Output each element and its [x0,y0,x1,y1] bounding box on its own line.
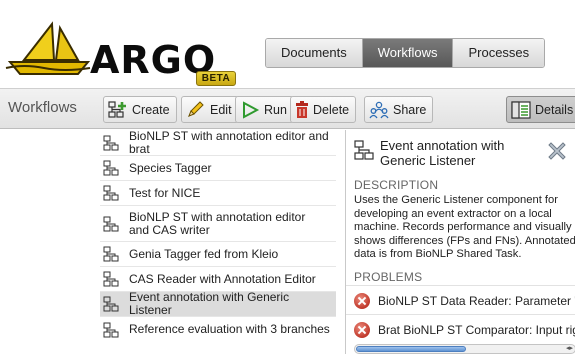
main-nav: Documents Workflows Processes [265,38,546,68]
list-item-label: Test for NICE [129,185,201,200]
workflow-list: BioNLP ST with annotation editor and bra… [100,128,336,342]
workflow-icon [103,296,123,312]
list-item-label: CAS Reader with Annotation Editor [129,271,316,286]
argo-logo[interactable]: ARGO BETA [4,12,244,86]
edit-button-label: Edit [210,102,232,117]
toolbar: Workflows Create Edit Run Delete Share D… [0,88,575,129]
workflow-icon [103,160,123,176]
horizontal-scrollbar[interactable]: ◂▸ [354,344,575,354]
tab-documents[interactable]: Documents [266,39,362,67]
pencil-icon [186,100,206,119]
workflow-icon [103,246,123,262]
list-item-label: BioNLP ST with annotation editor and CAS… [129,209,306,237]
problem-text: BioNLP ST Data Reader: Parameter "fol [378,294,575,308]
details-title: Event annotation with Generic Listener [380,138,505,168]
share-button[interactable]: Share [364,96,434,123]
problem-item[interactable]: Brat BioNLP ST Comparator: Input right [346,314,575,345]
details-button[interactable]: Details [506,96,575,123]
users-share-icon [369,101,389,119]
app-header: ARGO BETA Documents Workflows Processes [0,0,575,88]
error-icon [354,322,370,338]
share-button-label: Share [393,102,427,117]
list-item-label: BioNLP ST with annotation editor and bra… [129,128,329,156]
delete-button-label: Delete [313,102,350,117]
list-item-label: Reference evaluation with 3 branches [129,322,330,336]
list-item[interactable]: Test for NICE [100,181,336,206]
workflow-icon [103,185,123,201]
problem-text: Brat BioNLP ST Comparator: Input right [378,323,575,337]
description-text: Uses the Generic Listener component for … [354,194,575,260]
list-item-label: Event annotation with Generic Listener [129,290,290,317]
trash-icon [295,100,309,119]
list-item[interactable]: Reference evaluation with 3 branches [100,317,336,342]
create-button[interactable]: Create [103,96,177,123]
play-icon [240,100,260,119]
list-item[interactable]: BioNLP ST with annotation editor and CAS… [100,206,336,242]
argo-ship-icon [5,21,91,75]
details-button-label: Details [535,102,574,117]
scroll-arrows-icon[interactable]: ◂▸ [566,345,573,353]
workflow-icon [103,322,123,338]
list-item-selected[interactable]: Event annotation with Generic Listener [100,290,336,317]
workflow-icon [103,135,123,151]
list-item[interactable]: BioNLP ST with annotation editor and bra… [100,128,336,156]
list-item[interactable]: Genia Tagger fed from Kleio [100,242,336,267]
details-panel: Event annotation with Generic Listener D… [345,130,575,354]
error-icon [354,293,370,309]
create-button-label: Create [132,102,170,117]
workflow-icon [354,140,374,160]
workflow-add-icon [108,100,128,119]
edit-button[interactable]: Edit [181,96,239,123]
details-panel-icon [511,100,531,119]
list-item[interactable]: CAS Reader with Annotation Editor [100,267,336,292]
run-button[interactable]: Run [235,96,294,123]
toolbar-title: Workflows [8,99,77,116]
list-item-label: Genia Tagger fed from Kleio [129,246,279,261]
workflow-icon [103,271,123,287]
scrollbar-thumb[interactable] [356,346,466,352]
delete-button[interactable]: Delete [290,96,357,123]
workflow-icon [103,216,123,232]
tab-processes[interactable]: Processes [452,39,545,67]
problems-heading: PROBLEMS [354,270,423,284]
list-item-label: Species Tagger [129,160,212,175]
tab-workflows[interactable]: Workflows [361,39,453,67]
run-button-label: Run [264,102,287,117]
description-heading: DESCRIPTION [354,178,439,192]
problem-item[interactable]: BioNLP ST Data Reader: Parameter "fol [346,285,575,316]
close-x-icon[interactable] [546,140,568,162]
beta-badge: BETA [196,71,236,86]
list-item[interactable]: Species Tagger [100,156,336,181]
